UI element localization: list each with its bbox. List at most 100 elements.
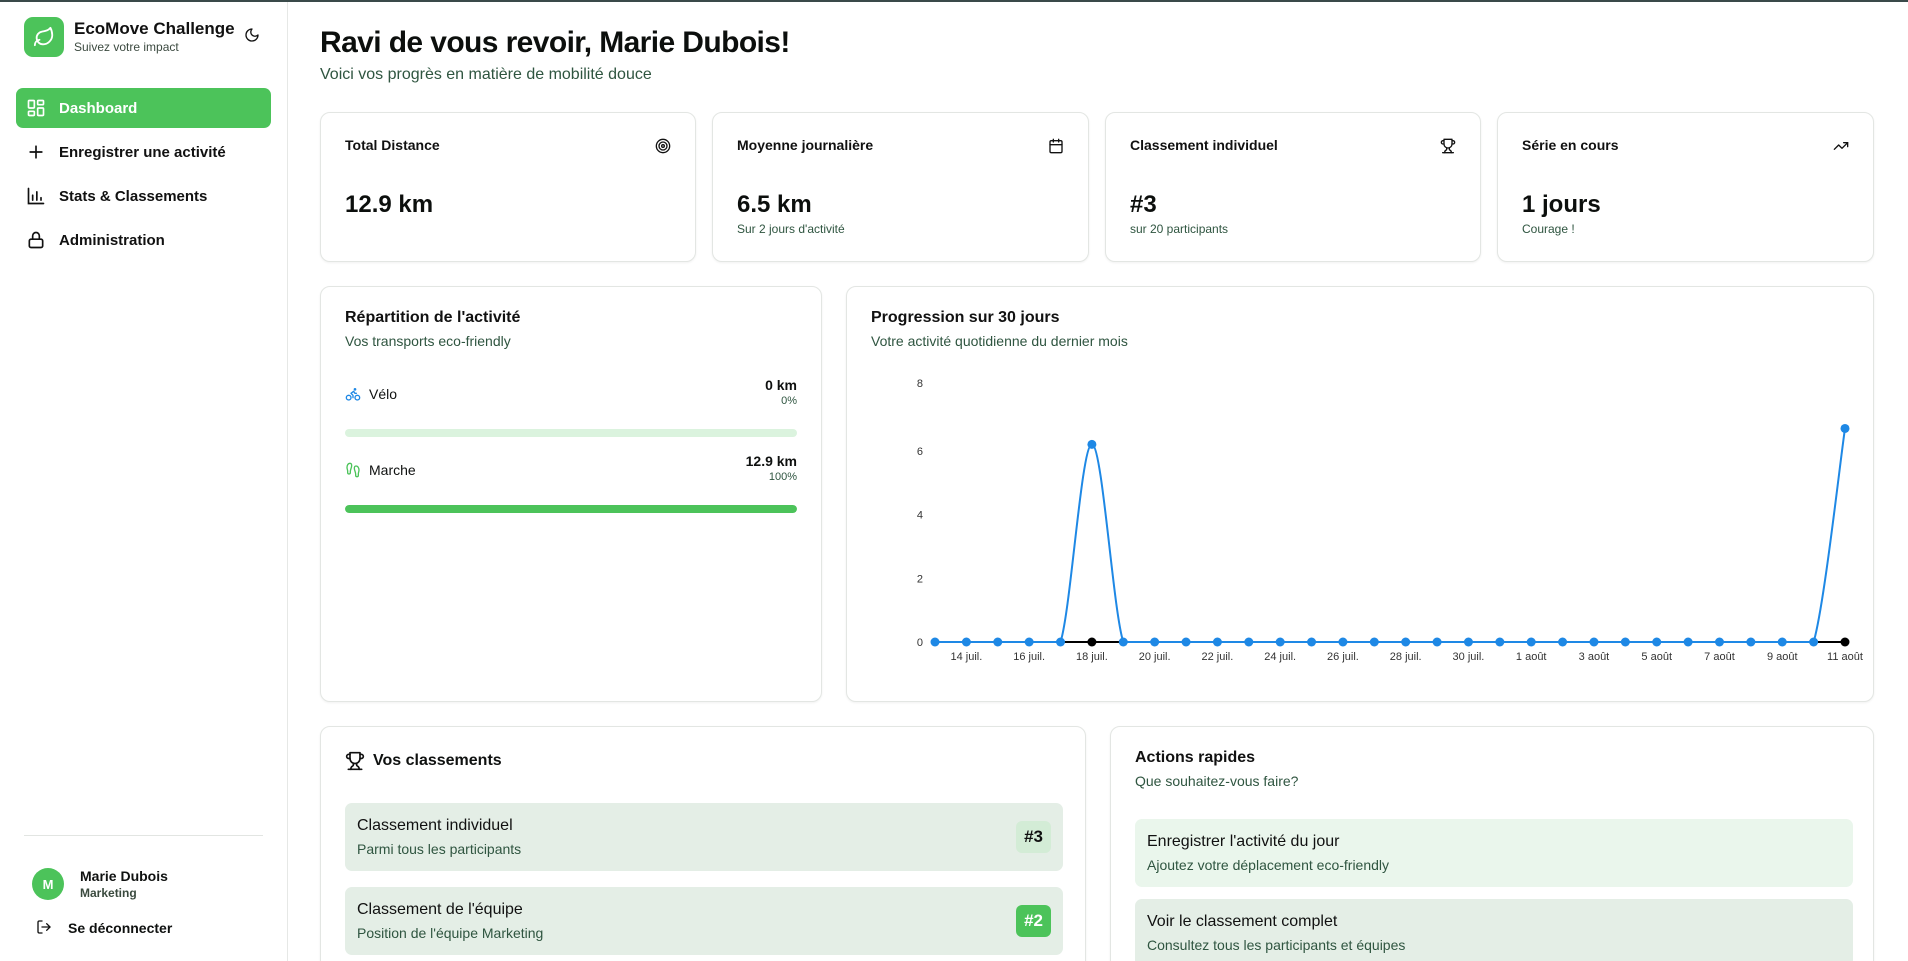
- data-point: [1495, 637, 1505, 647]
- logout-button[interactable]: Se déconnecter: [36, 919, 172, 937]
- mode-km: 0 km: [765, 377, 797, 393]
- y-tick-label: 4: [917, 510, 923, 522]
- progress-chart-card: Progression sur 30 jours Votre activité …: [846, 286, 1874, 702]
- x-tick-label: 30 juil.: [1453, 651, 1485, 663]
- ranking-subtitle: Parmi tous les participants: [357, 841, 522, 857]
- footprints-icon: [345, 462, 361, 478]
- stat-note: Sur 2 jours d'activité: [737, 222, 845, 236]
- data-point: [1087, 439, 1097, 449]
- sidebar: EcoMove Challenge Suivez votre impact Da…: [0, 2, 288, 961]
- ranking-item-team[interactable]: Classement de l'équipe Position de l'équ…: [345, 887, 1063, 955]
- brand[interactable]: EcoMove Challenge Suivez votre impact: [24, 17, 235, 57]
- sidebar-nav: Dashboard Enregistrer une activité Stats…: [16, 88, 271, 264]
- action-subtitle: Consultez tous les participants et équip…: [1147, 937, 1406, 953]
- section-subtitle: Vos transports eco-friendly: [345, 333, 511, 349]
- section-title: Vos classements: [373, 752, 502, 769]
- dashboard-grid-icon: [25, 97, 47, 119]
- mode-percent: 0%: [781, 395, 797, 407]
- data-point: [1683, 637, 1693, 647]
- ranking-subtitle: Position de l'équipe Marketing: [357, 925, 544, 941]
- x-tick-label: 3 août: [1579, 651, 1610, 663]
- bike-icon: [345, 386, 361, 402]
- mode-label: Marche: [369, 462, 416, 478]
- moon-icon[interactable]: [244, 27, 262, 45]
- stat-card-individual-rank: Classement individuel #3 sur 20 particip…: [1105, 112, 1481, 262]
- data-point: [1244, 637, 1254, 647]
- bar-chart-icon: [25, 185, 47, 207]
- data-point: [1652, 637, 1662, 647]
- page-subtitle: Voici vos progrès en matière de mobilité…: [320, 66, 652, 83]
- data-point: [1463, 637, 1473, 647]
- x-tick-label: 26 juil.: [1327, 651, 1359, 663]
- data-point: [1181, 637, 1191, 647]
- section-subtitle: Que souhaitez-vous faire?: [1135, 773, 1299, 789]
- data-point: [1275, 637, 1285, 647]
- data-point: [1714, 637, 1724, 647]
- sidebar-item-administration[interactable]: Administration: [16, 220, 271, 260]
- x-tick-label: 1 août: [1516, 651, 1547, 663]
- stat-value: 1 jours: [1522, 191, 1601, 218]
- y-tick-label: 0: [917, 637, 923, 649]
- mode-percent: 100%: [768, 471, 797, 483]
- x-tick-label: 18 juil.: [1076, 651, 1108, 663]
- stat-title: Moyenne journalière: [737, 137, 874, 153]
- action-record-today[interactable]: Enregistrer l'activité du jour Ajoutez v…: [1135, 819, 1853, 887]
- leaf-icon: [24, 17, 64, 57]
- data-point: [1558, 637, 1568, 647]
- data-point: [1589, 637, 1599, 647]
- rank-badge: #3: [1016, 821, 1051, 853]
- ranking-item-individual[interactable]: Classement individuel Parmi tous les par…: [345, 803, 1063, 871]
- y-tick-label: 2: [917, 573, 923, 585]
- stat-note: Courage !: [1522, 222, 1575, 236]
- action-subtitle: Ajoutez votre déplacement eco-friendly: [1147, 857, 1390, 873]
- user-profile[interactable]: M Marie Dubois Marketing: [32, 867, 168, 901]
- mode-progress-bike: [345, 429, 797, 437]
- action-title: Voir le classement complet: [1147, 913, 1338, 930]
- x-tick-label: 16 juil.: [1013, 651, 1045, 663]
- data-point: [1338, 637, 1348, 647]
- logout-label: Se déconnecter: [68, 920, 173, 936]
- data-point: [1526, 637, 1536, 647]
- trophy-icon: [345, 751, 365, 771]
- data-point-baseline: [1087, 637, 1097, 647]
- quick-actions-card: Actions rapides Que souhaitez-vous faire…: [1110, 726, 1874, 961]
- data-point: [1746, 637, 1756, 647]
- lock-icon: [25, 229, 47, 251]
- line-chart: 0 2 4 6 8 14 juil. 16 juil. 18 juil. 20 juil. 22 …: [917, 378, 1863, 663]
- sidebar-item-dashboard[interactable]: Dashboard: [16, 88, 271, 128]
- plus-icon: [25, 141, 47, 163]
- data-point: [1118, 637, 1128, 647]
- mode-row-walk: Marche 12.9 km 100%: [345, 453, 797, 487]
- sidebar-item-stats[interactable]: Stats & Classements: [16, 176, 271, 216]
- stat-value: 6.5 km: [737, 191, 812, 218]
- avatar: M: [32, 868, 64, 900]
- data-point: [1809, 637, 1819, 647]
- logout-icon: [36, 919, 54, 937]
- stat-title: Total Distance: [345, 137, 440, 153]
- mode-progress-walk: [345, 505, 797, 513]
- x-tick-label: 7 août: [1704, 651, 1735, 663]
- data-point: [1056, 637, 1066, 647]
- stat-note: sur 20 participants: [1130, 222, 1229, 236]
- stat-value: #3: [1130, 191, 1157, 218]
- ranking-title: Classement de l'équipe: [357, 901, 523, 918]
- x-tick-label: 14 juil.: [950, 651, 982, 663]
- y-tick-label: 6: [917, 446, 923, 458]
- stat-title: Série en cours: [1522, 137, 1619, 153]
- action-view-full-ranking[interactable]: Voir le classement complet Consultez tou…: [1135, 899, 1853, 961]
- user-name: Marie Dubois: [80, 868, 168, 884]
- data-point: [930, 637, 940, 647]
- page-title: Ravi de vous revoir, Marie Dubois!: [320, 26, 790, 59]
- data-point-baseline: [1840, 637, 1850, 647]
- x-tick-label: 11 août: [1827, 651, 1863, 663]
- data-point: [1212, 637, 1222, 647]
- user-team: Marketing: [80, 886, 137, 900]
- sidebar-item-record-activity[interactable]: Enregistrer une activité: [16, 132, 271, 172]
- mode-label: Vélo: [369, 386, 398, 402]
- data-point: [1840, 423, 1850, 433]
- x-tick-label: 28 juil.: [1390, 651, 1422, 663]
- activity-split-card: Répartition de l'activité Vos transports…: [320, 286, 822, 702]
- data-point: [1777, 637, 1787, 647]
- rank-badge: #2: [1016, 905, 1051, 937]
- stat-card-total-distance: Total Distance 12.9 km: [320, 112, 696, 262]
